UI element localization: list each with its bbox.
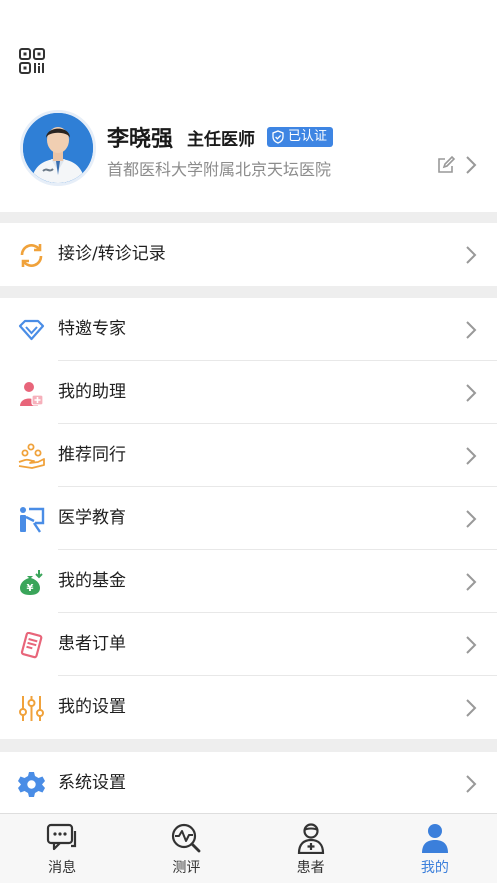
- menu-item-label: 患者订单: [58, 634, 126, 654]
- user-icon: [421, 824, 448, 853]
- menu-item-label: 我的助理: [58, 382, 126, 402]
- svg-text:¥: ¥: [27, 583, 34, 594]
- chevron-right-icon: [466, 447, 477, 465]
- menu-item-invited-experts[interactable]: 特邀专家: [0, 298, 497, 361]
- patient-icon: [297, 823, 324, 854]
- menu-item-my-fund[interactable]: ¥ 我的基金: [0, 550, 497, 613]
- avatar[interactable]: [20, 110, 96, 186]
- tab-messages[interactable]: 消息: [0, 814, 124, 883]
- chevron-right-icon: [466, 384, 477, 402]
- tab-label: 我的: [420, 860, 449, 876]
- shield-check-icon: [272, 130, 284, 144]
- bottom-tab-bar: 消息 测评 患者 我的: [0, 813, 497, 883]
- order-icon: [20, 632, 43, 659]
- verified-badge: 已认证: [267, 127, 334, 147]
- menu-item-my-assistant[interactable]: 我的助理: [0, 361, 497, 424]
- section-divider: [0, 739, 497, 752]
- edit-icon[interactable]: [436, 155, 456, 175]
- chevron-right-icon: [466, 699, 477, 717]
- menu-item-system-settings[interactable]: 系统设置: [0, 752, 497, 815]
- qr-scan-icon[interactable]: [19, 48, 45, 74]
- menu-item-patient-orders[interactable]: 患者订单: [0, 613, 497, 676]
- hospital-name: 首都医科大学附属北京天坛医院: [107, 160, 332, 179]
- profile-card[interactable]: 李晓强 主任医师 已认证 首都医科大学附属北京天坛医院: [0, 100, 497, 212]
- tab-label: 消息: [48, 860, 77, 876]
- menu-item-my-settings[interactable]: 我的设置: [0, 676, 497, 739]
- section-divider: [0, 212, 497, 223]
- chevron-right-icon: [466, 636, 477, 654]
- chevron-right-icon: [466, 321, 477, 339]
- doctor-title: 主任医师: [187, 129, 256, 150]
- recommend-icon: [18, 443, 45, 469]
- menu-item-label: 我的基金: [58, 571, 126, 591]
- tab-patients[interactable]: 患者: [249, 814, 373, 883]
- verified-badge-label: 已认证: [288, 129, 328, 144]
- sliders-icon: [19, 696, 44, 721]
- diamond-icon: [18, 319, 45, 341]
- chevron-right-icon: [466, 573, 477, 591]
- chevron-right-icon: [466, 510, 477, 528]
- menu-item-label: 医学教育: [58, 508, 126, 528]
- section-divider: [0, 286, 497, 298]
- menu-item-medical-education[interactable]: 医学教育: [0, 487, 497, 550]
- tab-label: 患者: [296, 860, 325, 876]
- doctor-portrait-icon: [23, 113, 93, 183]
- chevron-right-icon: [466, 246, 477, 264]
- assistant-icon: [20, 382, 44, 406]
- evaluation-icon: [172, 823, 201, 853]
- chevron-right-icon[interactable]: [464, 155, 478, 175]
- refresh-icon: [20, 244, 43, 267]
- menu-item-referral-records[interactable]: 接诊/转诊记录: [0, 223, 497, 286]
- menu-item-recommend-peers[interactable]: 推荐同行: [0, 424, 497, 487]
- message-icon: [47, 823, 77, 851]
- tab-label: 测评: [172, 860, 201, 876]
- menu-item-label: 推荐同行: [58, 445, 126, 465]
- doctor-name: 李晓强: [107, 127, 174, 152]
- menu-item-label: 特邀专家: [58, 319, 126, 339]
- menu-item-label: 我的设置: [58, 697, 126, 717]
- gear-icon: [18, 772, 45, 797]
- chevron-right-icon: [466, 775, 477, 793]
- fund-icon: ¥: [20, 570, 43, 595]
- tab-mine[interactable]: 我的: [373, 814, 497, 883]
- tab-evaluation[interactable]: 测评: [124, 814, 248, 883]
- menu-item-label: 系统设置: [58, 773, 126, 793]
- education-icon: [20, 507, 45, 533]
- menu-item-label: 接诊/转诊记录: [58, 244, 166, 264]
